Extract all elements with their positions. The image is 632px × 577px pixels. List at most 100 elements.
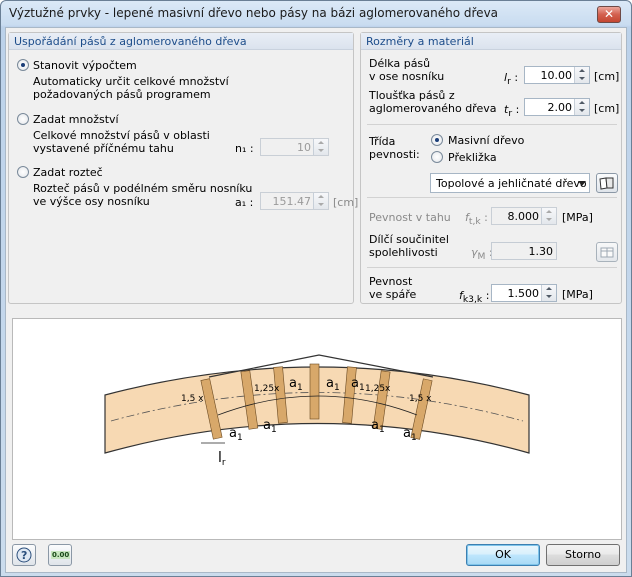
tr-symbol: tr : bbox=[504, 103, 520, 120]
label-125x-right: 1,25x bbox=[365, 384, 391, 394]
a-letter: a bbox=[229, 426, 237, 441]
thickness-value: 2.00 bbox=[547, 101, 573, 114]
fk3-symbol: fk3,k : bbox=[459, 289, 490, 306]
a-index: 1 bbox=[334, 383, 340, 393]
strip-arrangement-header: Uspořádání pásů z aglomerovaného dřeva bbox=[9, 33, 353, 50]
radio-quantity-label: Zadat množství bbox=[33, 113, 119, 126]
gm-symbol-sub: M bbox=[477, 251, 486, 263]
beam-diagram-svg: 1,5 x 1,25x 1,25x 1,5 x a1 a1 a1 a1 a1 a… bbox=[104, 354, 530, 468]
a-letter: a bbox=[289, 376, 297, 391]
help-button[interactable]: ? bbox=[12, 544, 36, 566]
a-index: 1 bbox=[271, 425, 277, 435]
ft-unit: [MPa] bbox=[562, 211, 593, 224]
a-index: 1 bbox=[297, 383, 303, 393]
gm-field: 1.30 bbox=[491, 242, 557, 260]
a1-unit: [cm] bbox=[333, 196, 359, 209]
tr-symbol-sub: r bbox=[508, 108, 513, 120]
ok-button[interactable]: OK bbox=[466, 544, 540, 566]
material-select[interactable]: Topolové a jehličnaté dřevo bbox=[430, 173, 590, 193]
ft-value: 8.000 bbox=[507, 210, 540, 223]
separator bbox=[367, 197, 617, 198]
ft-spin-arrows[interactable] bbox=[541, 208, 556, 224]
quantity-desc-1: Celkové množství pásů v oblasti bbox=[33, 129, 210, 142]
a-letter: a bbox=[351, 376, 359, 391]
thickness-unit: [cm] bbox=[594, 102, 620, 115]
a-letter: a bbox=[263, 418, 271, 433]
material-value: Topolové a jehličnaté dřevo bbox=[436, 177, 587, 190]
calculate-desc-2: požadovaných pásů programem bbox=[33, 88, 211, 101]
safety-factor-label-1: Dílčí součinitel bbox=[369, 233, 449, 246]
fk3-value: 1.500 bbox=[507, 287, 540, 300]
close-button[interactable]: ✕ bbox=[597, 6, 621, 23]
gm-symbol: γM : bbox=[471, 246, 493, 263]
dimensions-material-panel: Rozměry a materiál Délka pásů v ose nosn… bbox=[360, 32, 622, 306]
radio-quantity[interactable] bbox=[17, 113, 29, 125]
spacing-desc-2: ve výšce osy nosníku bbox=[33, 195, 150, 208]
ft-spinner[interactable]: 8.000 bbox=[491, 207, 557, 225]
a-index: 1 bbox=[379, 425, 385, 435]
length-label-2: v ose nosníku bbox=[369, 70, 445, 83]
a1-spin-arrows[interactable] bbox=[313, 193, 328, 209]
lr-symbol: lr : bbox=[504, 71, 519, 88]
class-label-1: Třída bbox=[369, 135, 396, 148]
radio-spacing[interactable] bbox=[17, 166, 29, 178]
radio-spacing-label: Zadat rozteč bbox=[33, 166, 103, 179]
radio-calculate-label: Stanovit výpočtem bbox=[33, 59, 137, 72]
label-125x-left: 1,25x bbox=[254, 384, 280, 394]
n1-value: 10 bbox=[297, 141, 311, 154]
separator bbox=[367, 124, 617, 125]
gm-value: 1.30 bbox=[528, 245, 554, 258]
safety-factor-label-2: spolehlivosti bbox=[369, 246, 438, 259]
thickness-label-2: aglomerovaného dřeva bbox=[369, 102, 497, 115]
length-spinner[interactable]: 10.00 bbox=[524, 66, 590, 84]
cancel-button[interactable]: Storno bbox=[546, 544, 620, 566]
a1-spinner[interactable]: 151.47 bbox=[260, 192, 329, 210]
thickness-label-1: Tloušťka pásů z bbox=[369, 89, 455, 102]
radio-plywood-label: Překližka bbox=[448, 151, 497, 164]
quantity-desc-2: vystavené příčnému tahu bbox=[33, 142, 174, 155]
fk3-spinner[interactable]: 1.500 bbox=[491, 284, 557, 302]
joint-strength-label-2: ve spáře bbox=[369, 288, 417, 301]
ft-symbol-sub: t,k bbox=[468, 216, 481, 228]
a-index: 1 bbox=[411, 433, 417, 443]
lr-index: r bbox=[222, 458, 226, 468]
material-library-button[interactable] bbox=[596, 173, 618, 193]
spacing-desc-1: Rozteč pásů v podélném směru nosníku bbox=[33, 182, 253, 195]
a-letter: a bbox=[326, 376, 334, 391]
calculate-desc-1: Automaticky určit celkové množství bbox=[33, 75, 229, 88]
class-label-2: pevnosti: bbox=[369, 148, 420, 161]
beam-diagram: 1,5 x 1,25x 1,25x 1,5 x a1 a1 a1 a1 a1 a… bbox=[12, 318, 622, 540]
units-button[interactable]: 0.00 bbox=[48, 544, 72, 566]
help-icon: ? bbox=[16, 547, 32, 563]
radio-solid-wood-label: Masivní dřevo bbox=[448, 134, 525, 147]
separator bbox=[367, 267, 617, 268]
fk3-unit: [MPa] bbox=[562, 288, 593, 301]
radio-calculate[interactable] bbox=[17, 59, 29, 71]
thickness-spinner[interactable]: 2.00 bbox=[524, 98, 590, 116]
label-a1-bottom-1: a1 bbox=[229, 426, 243, 443]
n1-spin-arrows[interactable] bbox=[313, 139, 328, 155]
window-title: Výztužné prvky - lepené masivní dřevo ne… bbox=[9, 6, 499, 20]
strip-arrangement-panel: Uspořádání pásů z aglomerovaného dřeva S… bbox=[8, 32, 358, 304]
lr-symbol-sub: r bbox=[507, 76, 511, 88]
svg-text:?: ? bbox=[21, 549, 27, 562]
a-index: 1 bbox=[237, 433, 243, 443]
radio-solid-wood[interactable] bbox=[431, 134, 443, 146]
thickness-spin-arrows[interactable] bbox=[574, 99, 589, 115]
safety-factor-edit-button[interactable] bbox=[596, 242, 618, 262]
length-unit: [cm] bbox=[594, 70, 620, 83]
n1-spinner[interactable]: 10 bbox=[260, 138, 329, 156]
tensile-strength-label: Pevnost v tahu bbox=[369, 211, 451, 224]
fk3-symbol-sub: k3,k bbox=[462, 294, 483, 306]
a1-symbol: a₁ : bbox=[235, 196, 254, 209]
joint-strength-label-1: Pevnost bbox=[369, 275, 413, 288]
fk3-spin-arrows[interactable] bbox=[541, 285, 556, 301]
title-bar: Výztužné prvky - lepené masivní dřevo ne… bbox=[1, 1, 631, 27]
a-letter: a bbox=[371, 418, 379, 433]
a1-value: 151.47 bbox=[272, 195, 312, 208]
dialog-client: Uspořádání pásů z aglomerovaného dřeva S… bbox=[5, 27, 627, 573]
length-spin-arrows[interactable] bbox=[574, 67, 589, 83]
length-label-1: Délka pásů bbox=[369, 57, 431, 70]
radio-plywood[interactable] bbox=[431, 151, 443, 163]
label-15x-left: 1,5 x bbox=[181, 394, 204, 404]
